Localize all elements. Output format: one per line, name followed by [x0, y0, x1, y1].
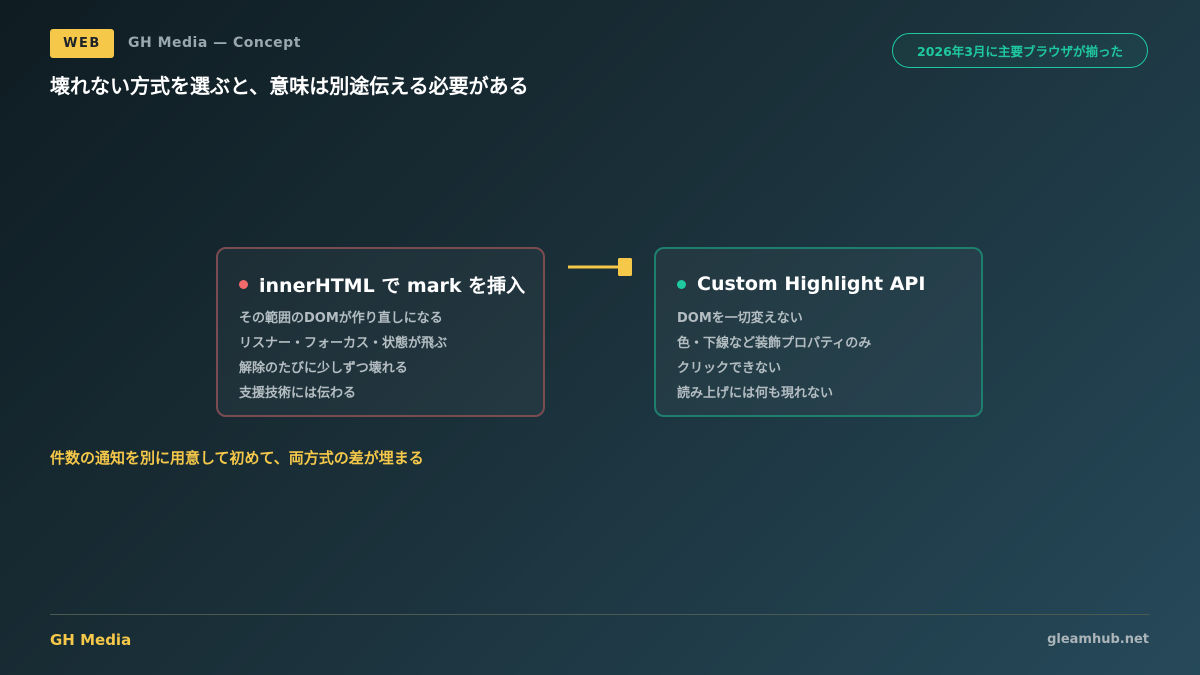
- card-header: Custom Highlight API: [677, 271, 981, 297]
- slide-title: 壊れない方式を選ぶと、意味は別途伝える必要がある: [50, 74, 529, 98]
- list-item: 支援技術には伝わる: [239, 386, 357, 401]
- red-dot-icon: [239, 279, 248, 289]
- status-badge: 2026年3月に主要ブラウザが揃った: [892, 33, 1148, 68]
- conclusion-note: 件数の通知を別に用意して初めて、両方式の差が埋まる: [50, 449, 424, 467]
- list-item: 読み上げには何も現れない: [677, 386, 834, 401]
- connector-arrow: [568, 258, 632, 276]
- card-title: Custom Highlight API: [697, 273, 926, 295]
- list-item: リスナー・フォーカス・状態が飛ぶ: [239, 336, 448, 351]
- card-header: innerHTML で mark を挿入: [239, 271, 543, 297]
- card-title: innerHTML で mark を挿入: [259, 274, 526, 297]
- list-item: 色・下線など装飾プロパティのみ: [677, 336, 872, 351]
- list-item: 解除のたびに少しずつ壊れる: [239, 361, 408, 376]
- category-tag: WEB: [50, 29, 114, 58]
- footer-divider: [50, 614, 1150, 615]
- source-label: GH Media — Concept: [128, 35, 301, 51]
- comparison-card-innerhtml: innerHTML で mark を挿入 その範囲のDOMが作り直しになる リス…: [216, 247, 545, 417]
- card-list: DOMを一切変えない 色・下線など装飾プロパティのみ クリックできない 読み上げ…: [677, 306, 981, 406]
- comparison-card-highlight-api: Custom Highlight API DOMを一切変えない 色・下線など装飾…: [654, 247, 983, 417]
- green-dot-icon: [677, 279, 686, 289]
- list-item: クリックできない: [677, 361, 782, 376]
- connector-end-marker: [618, 258, 632, 276]
- footer-brand: GH Media: [50, 631, 132, 649]
- footer-site-link: gleamhub.net: [1047, 632, 1149, 647]
- card-list: その範囲のDOMが作り直しになる リスナー・フォーカス・状態が飛ぶ 解除のたびに…: [239, 306, 543, 406]
- list-item: DOMを一切変えない: [677, 311, 803, 326]
- list-item: その範囲のDOMが作り直しになる: [239, 311, 443, 326]
